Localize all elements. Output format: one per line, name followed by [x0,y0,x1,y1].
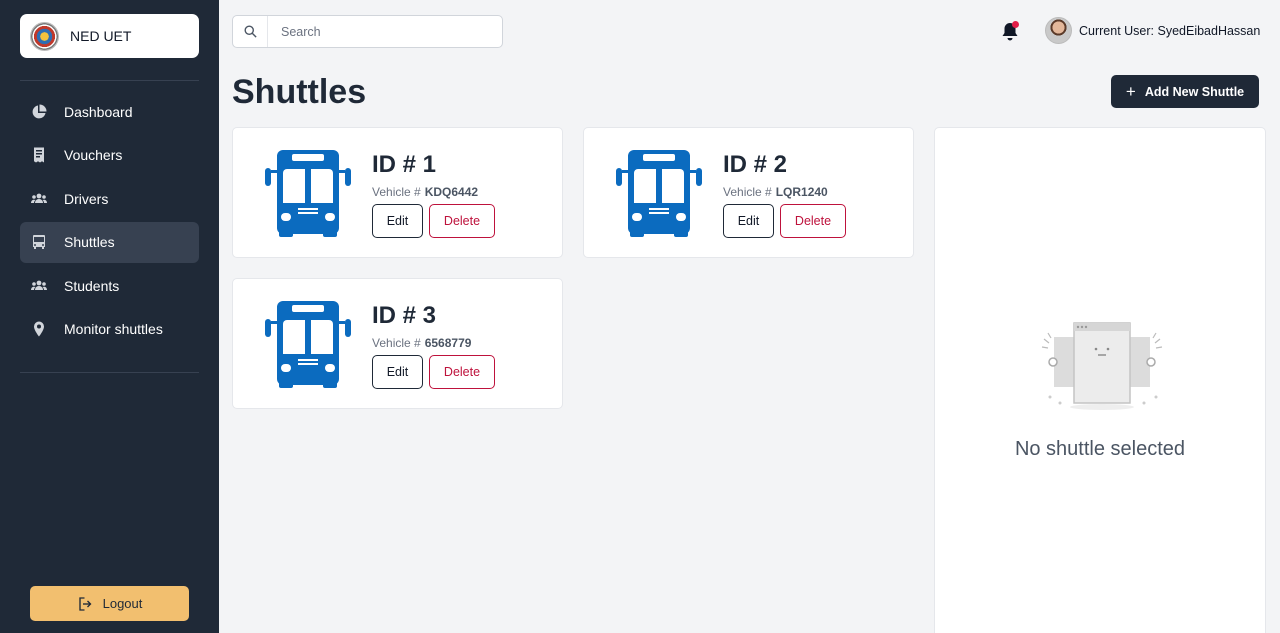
add-new-shuttle-button[interactable]: + Add New Shuttle [1111,75,1259,108]
shuttle-id: ID # 1 [372,151,437,178]
users-icon [31,278,47,294]
sidebar-item-students[interactable]: Students [20,265,199,306]
shuttle-detail-panel: No shuttle selected [934,127,1266,633]
vehicle-number: Vehicle #6568779 [372,336,471,350]
vehicle-number: Vehicle # LQR1240 [723,185,828,199]
vehicle-value: 6568779 [424,336,472,350]
vehicle-number: Vehicle # KDQ6442 [372,185,478,199]
map-pin-icon [31,321,47,337]
sidebar-item-label: Shuttles [64,234,115,250]
sidebar: NED UET Dashboard Vouchers Drivers Shutt… [0,0,219,633]
sidebar-item-label: Monitor shuttles [64,321,163,337]
notification-bell-icon[interactable] [1001,21,1019,42]
shuttle-card[interactable]: ID # 2 Vehicle # LQR1240 Edit Delete [583,127,914,258]
bus-icon [265,150,351,237]
vehicle-value: LQR1240 [775,185,828,199]
vehicle-prefix: Vehicle # [372,185,421,199]
sidebar-item-monitor-shuttles[interactable]: Monitor shuttles [20,309,199,350]
current-user-label: Current User: SyedEibadHassan [1079,23,1261,38]
shuttle-id: ID # 2 [723,151,788,178]
search-bar [232,15,503,48]
sidebar-item-label: Drivers [64,190,109,207]
delete-button[interactable]: Delete [429,355,495,389]
bus-icon [265,301,351,388]
brand-name: NED UET [70,28,132,44]
shuttle-card[interactable]: ID # 1 Vehicle # KDQ6442 Edit Delete [232,127,563,258]
logout-button[interactable]: Logout [30,586,189,621]
bus-icon [616,150,702,237]
brand[interactable]: NED UET [20,14,199,58]
notification-dot [1012,21,1019,28]
delete-button[interactable]: Delete [780,204,846,238]
pie-chart-icon [31,104,47,120]
sidebar-item-label: Vouchers [64,147,123,163]
sidebar-item-dashboard[interactable]: Dashboard [20,91,199,132]
delete-button[interactable]: Delete [429,204,495,238]
vehicle-value: KDQ6442 [424,185,479,199]
university-logo [30,21,59,51]
sidebar-divider-bottom [20,372,199,373]
bus-icon [31,234,47,250]
current-user[interactable]: Current User: SyedEibadHassan [1045,17,1260,44]
sidebar-item-drivers[interactable]: Drivers [20,178,199,219]
add-new-shuttle-label: Add New Shuttle [1144,84,1245,99]
empty-state-illustration [1038,317,1166,413]
search-input[interactable] [268,24,498,39]
vehicle-prefix: Vehicle # [372,336,421,350]
sidebar-nav: Dashboard Vouchers Drivers Shuttles Stud… [20,91,199,352]
edit-button[interactable]: Edit [723,204,774,238]
empty-state-message: No shuttle selected [1014,438,1186,460]
plus-icon: + [1125,82,1136,101]
avatar [1045,17,1072,44]
page-title: Shuttles [232,73,367,111]
edit-button[interactable]: Edit [372,204,423,238]
logout-icon [78,596,92,611]
sidebar-item-label: Dashboard [64,103,133,120]
sidebar-divider-top [20,80,199,81]
voucher-icon [31,147,47,163]
vehicle-prefix: Vehicle # [723,185,772,199]
logout-label: Logout [102,596,143,611]
sidebar-item-label: Students [64,277,120,294]
shuttle-id: ID # 3 [372,302,437,329]
shuttle-card[interactable]: ID # 3 Vehicle #6568779 Edit Delete [232,278,563,409]
users-icon [31,191,47,207]
edit-button[interactable]: Edit [372,355,423,389]
sidebar-item-vouchers[interactable]: Vouchers [20,135,199,176]
sidebar-item-shuttles[interactable]: Shuttles [20,221,199,263]
search-icon[interactable] [233,16,268,47]
